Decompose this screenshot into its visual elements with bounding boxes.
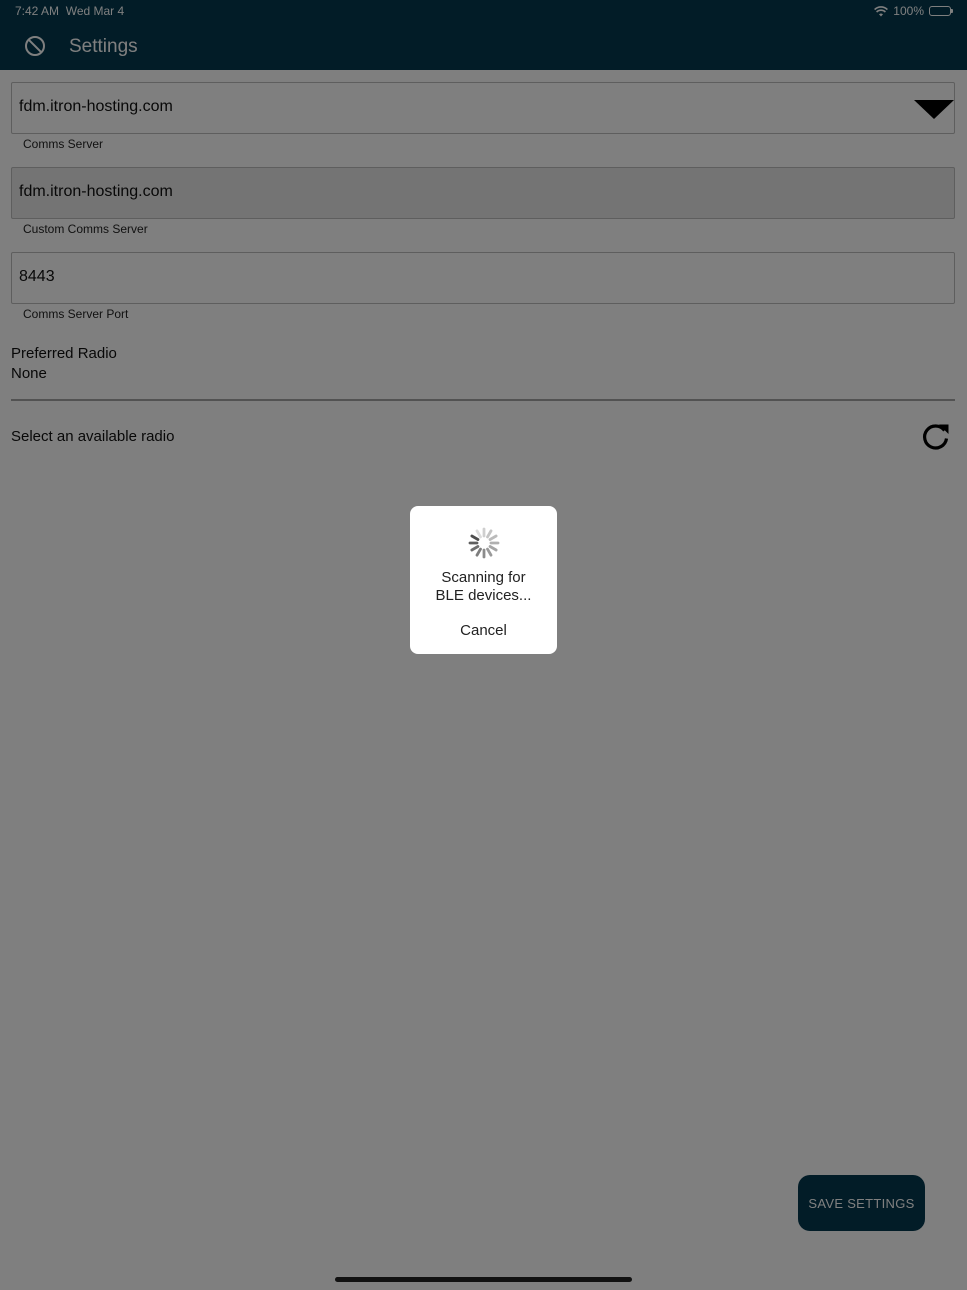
spinner-icon [468, 527, 500, 559]
scanning-dialog: Scanning for BLE devices... Cancel [410, 506, 557, 654]
dialog-message-line-1: Scanning for [441, 569, 526, 586]
dialog-message-line-2: BLE devices... [435, 587, 532, 604]
dialog-message: Scanning for BLE devices... [410, 569, 557, 605]
cancel-label: Cancel [460, 622, 507, 639]
home-indicator [335, 1277, 632, 1282]
cancel-button[interactable]: Cancel [410, 622, 557, 639]
